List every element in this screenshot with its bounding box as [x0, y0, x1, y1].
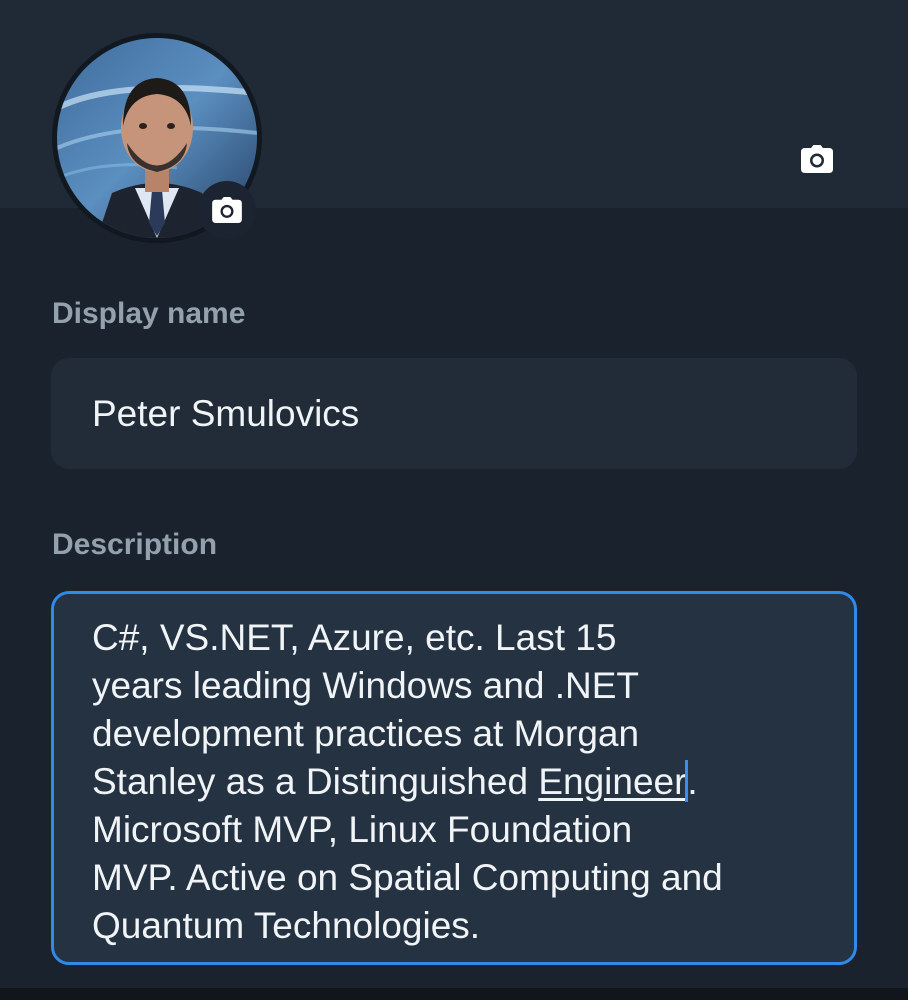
description-composing-word: Engineer	[538, 761, 687, 802]
camera-icon	[801, 145, 833, 173]
display-name-input[interactable]	[51, 358, 857, 469]
bottom-edge	[0, 988, 908, 1000]
banner-camera-button[interactable]	[797, 139, 837, 179]
camera-icon	[212, 197, 242, 223]
description-text: C#, VS.NET, Azure, etc. Last 15 years le…	[92, 614, 824, 950]
description-textarea[interactable]: C#, VS.NET, Azure, etc. Last 15 years le…	[51, 591, 857, 965]
description-label: Description	[52, 528, 218, 561]
display-name-label: Display name	[52, 297, 246, 330]
avatar-camera-button[interactable]	[198, 181, 256, 239]
